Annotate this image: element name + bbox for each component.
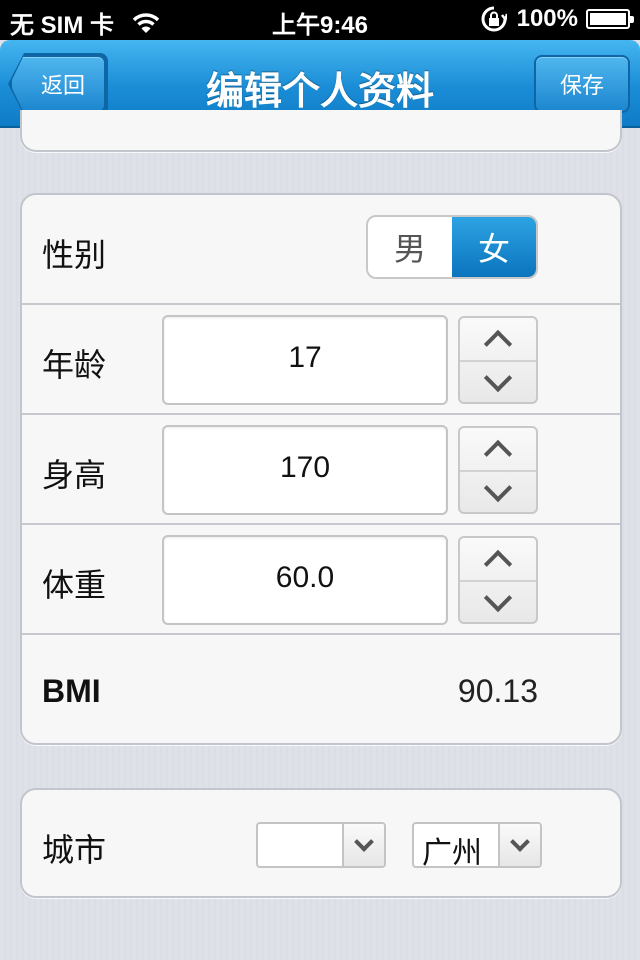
save-button[interactable]: 保存	[534, 55, 630, 113]
chevron-down-icon	[483, 583, 513, 613]
age-row: 年龄 17	[22, 305, 620, 415]
battery-percent: 100%	[516, 5, 578, 32]
province-dropdown-arrow[interactable]	[342, 824, 384, 866]
gender-row: 性别 男 女	[22, 195, 620, 305]
city-select[interactable]: 广州	[412, 822, 542, 868]
bmi-label: BMI	[42, 673, 101, 709]
age-increment-button[interactable]	[460, 318, 536, 360]
chevron-down-icon	[510, 832, 530, 852]
height-row: 身高 170	[22, 415, 620, 525]
gender-option-male[interactable]: 男	[368, 217, 452, 277]
weight-decrement-button[interactable]	[460, 580, 536, 622]
chevron-up-icon	[483, 549, 513, 579]
city-label: 城市	[42, 831, 107, 869]
weight-field[interactable]: 60.0	[162, 535, 448, 625]
height-label: 身高	[42, 456, 107, 494]
age-decrement-button[interactable]	[460, 360, 536, 402]
height-stepper[interactable]	[458, 426, 538, 514]
height-increment-button[interactable]	[460, 428, 536, 470]
previous-section-card	[20, 110, 622, 152]
rotation-lock-icon	[481, 6, 508, 32]
height-field[interactable]: 170	[162, 425, 448, 515]
city-select-value: 广州	[422, 836, 482, 868]
profile-card: 性别 男 女 年龄 17 身高 170 体重 60.0 BMI 90.13	[20, 193, 622, 745]
battery-icon	[586, 9, 634, 29]
weight-label: 体重	[42, 566, 107, 604]
city-card: 城市 广州	[20, 788, 622, 898]
chevron-down-icon	[354, 832, 374, 852]
gender-segmented-control[interactable]: 男 女	[366, 215, 538, 279]
height-decrement-button[interactable]	[460, 470, 536, 512]
bmi-row: BMI 90.13	[22, 635, 620, 743]
chevron-up-icon	[483, 439, 513, 469]
status-bar: 无 SIM 卡 上午9:46 100%	[0, 0, 640, 40]
chevron-up-icon	[483, 329, 513, 359]
city-dropdown-arrow[interactable]	[498, 824, 540, 866]
weight-value: 60.0	[275, 561, 335, 594]
age-label: 年龄	[42, 346, 107, 384]
chevron-down-icon	[483, 473, 513, 503]
age-field[interactable]: 17	[162, 315, 448, 405]
gender-option-female[interactable]: 女	[452, 217, 536, 277]
province-select[interactable]	[256, 822, 386, 868]
status-bar-right: 100%	[481, 5, 634, 33]
age-value: 17	[288, 341, 322, 374]
age-stepper[interactable]	[458, 316, 538, 404]
chevron-down-icon	[483, 363, 513, 393]
weight-stepper[interactable]	[458, 536, 538, 624]
weight-increment-button[interactable]	[460, 538, 536, 580]
bmi-value: 90.13	[457, 673, 538, 709]
weight-row: 体重 60.0	[22, 525, 620, 635]
height-value: 170	[279, 451, 331, 484]
gender-label: 性别	[42, 236, 107, 274]
